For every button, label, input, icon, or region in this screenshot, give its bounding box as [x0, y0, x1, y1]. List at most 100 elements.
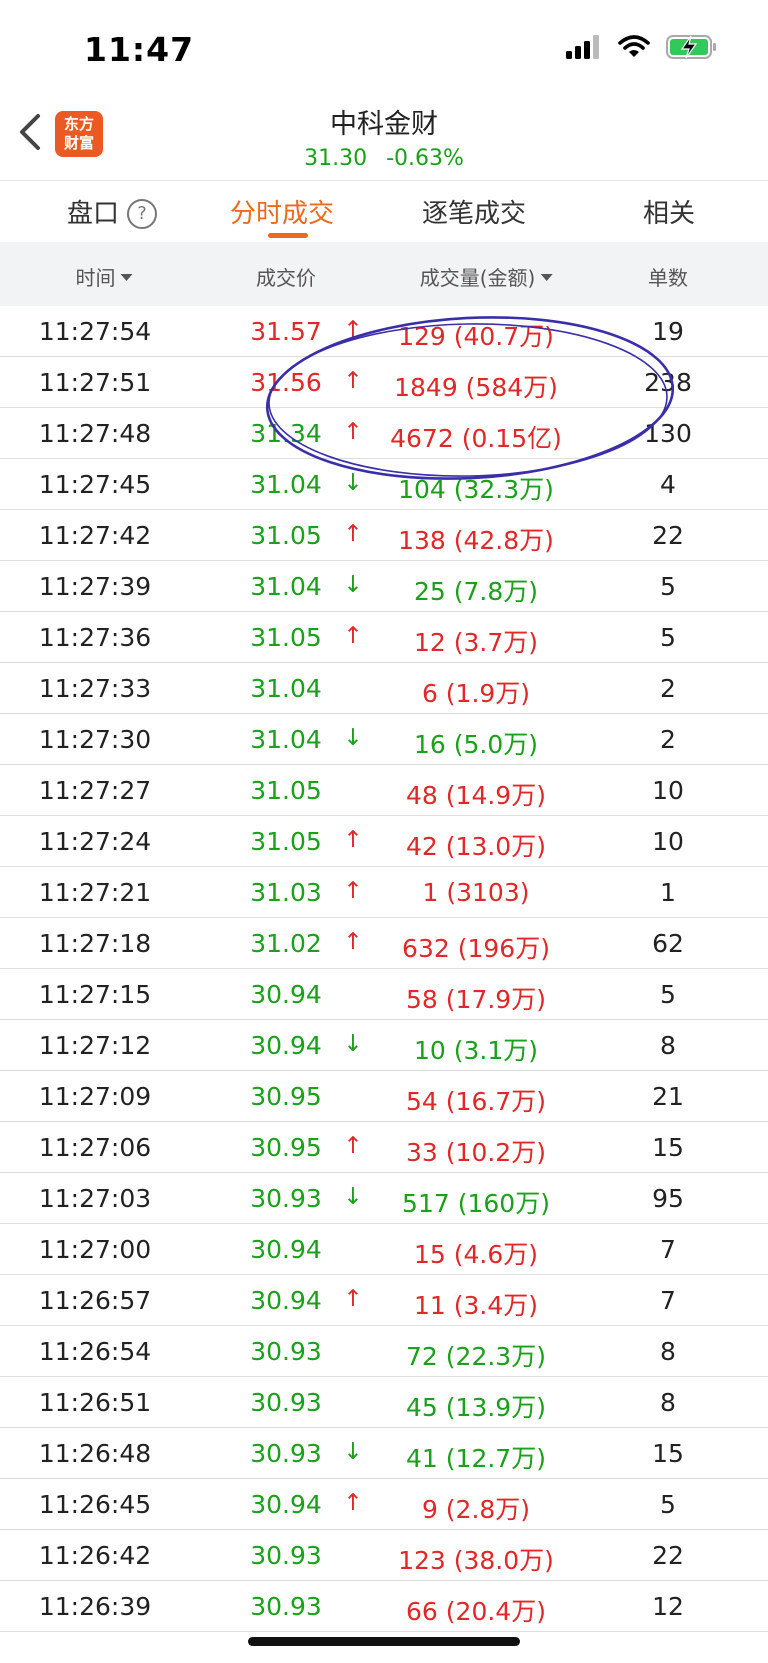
trade-time: 11:27:48 [38, 419, 152, 448]
trade-volume: 48 (14.9万) [406, 781, 546, 810]
up-arrow-icon: ↑ [343, 827, 363, 853]
trade-count: 10 [652, 776, 684, 805]
tab-bar: 盘口? 分时成交 逐笔成交 相关 [0, 180, 768, 243]
trade-price: 31.04 [250, 470, 322, 499]
trade-count: 12 [652, 1592, 684, 1621]
column-header-row: 时间 成交价 成交量(金额) 单数 [0, 242, 768, 306]
trade-price: 31.04 [250, 725, 322, 754]
tab-related[interactable]: 相关 [643, 193, 695, 230]
trade-price: 31.34 [250, 419, 322, 448]
trade-time: 11:26:42 [38, 1541, 152, 1570]
trade-volume: 1849 (584万) [394, 373, 558, 402]
down-arrow-icon: ↓ [343, 572, 363, 598]
trade-volume: 33 (10.2万) [406, 1138, 546, 1167]
trade-price: 30.94 [250, 980, 322, 1009]
up-arrow-icon: ↑ [343, 623, 363, 649]
trade-count: 2 [660, 725, 676, 754]
trade-price: 30.93 [250, 1184, 322, 1213]
trade-count: 21 [652, 1082, 684, 1111]
trade-price: 30.94 [250, 1286, 322, 1315]
trade-row: 11:26:42 30.93 123 (38.0万) 22 [0, 1530, 768, 1581]
trade-row: 11:26:48 30.93 ↓ 41 (12.7万) 15 [0, 1428, 768, 1479]
trade-row: 11:27:39 31.04 ↓ 25 (7.8万) 5 [0, 561, 768, 612]
battery-charging-icon [666, 35, 716, 59]
trade-count: 22 [652, 1541, 684, 1570]
trade-count: 15 [652, 1133, 684, 1162]
trade-count: 8 [660, 1388, 676, 1417]
column-header-volume[interactable]: 成交量(金额) [420, 262, 553, 291]
stock-quote: 31.30 -0.63% [0, 146, 768, 171]
trade-row: 11:27:36 31.05 ↑ 12 (3.7万) 5 [0, 612, 768, 663]
trade-time: 11:26:57 [38, 1286, 152, 1315]
trade-count: 130 [644, 419, 692, 448]
up-arrow-icon: ↑ [343, 317, 363, 343]
trade-count: 5 [660, 1490, 676, 1519]
trade-time: 11:27:54 [38, 317, 152, 346]
trade-row: 11:27:15 30.94 58 (17.9万) 5 [0, 969, 768, 1020]
trade-count: 5 [660, 572, 676, 601]
up-arrow-icon: ↑ [343, 521, 363, 547]
trade-volume: 10 (3.1万) [413, 1036, 539, 1065]
column-header-count: 单数 [648, 266, 688, 290]
column-header-time[interactable]: 时间 [76, 262, 133, 291]
trade-row: 11:26:57 30.94 ↑ 11 (3.4万) 7 [0, 1275, 768, 1326]
trade-price: 31.05 [250, 623, 322, 652]
trade-time: 11:27:00 [38, 1235, 152, 1264]
help-icon[interactable]: ? [127, 199, 158, 229]
up-arrow-icon: ↑ [343, 878, 363, 904]
trade-time: 11:27:39 [38, 572, 152, 601]
trade-count: 7 [660, 1286, 676, 1315]
trade-row: 11:27:24 31.05 ↑ 42 (13.0万) 10 [0, 816, 768, 867]
tab-tick-trades[interactable]: 逐笔成交 [422, 193, 526, 230]
down-arrow-icon: ↓ [343, 1184, 363, 1210]
trade-volume: 45 (13.9万) [406, 1393, 546, 1422]
trade-row: 11:26:39 30.93 66 (20.4万) 12 [0, 1581, 768, 1632]
trade-volume: 72 (22.3万) [406, 1342, 546, 1371]
trade-price: 30.93 [250, 1439, 322, 1468]
trade-count: 2 [660, 674, 676, 703]
trade-price: 30.93 [250, 1388, 322, 1417]
active-tab-indicator [268, 233, 308, 238]
trade-row: 11:26:45 30.94 ↑ 9 (2.8万) 5 [0, 1479, 768, 1530]
up-arrow-icon: ↑ [343, 1490, 363, 1516]
trade-time: 11:27:24 [38, 827, 152, 856]
trade-row: 11:27:18 31.02 ↑ 632 (196万) 62 [0, 918, 768, 969]
home-indicator [248, 1637, 520, 1646]
tab-minute-trades[interactable]: 分时成交 [230, 193, 334, 230]
trade-count: 95 [652, 1184, 684, 1213]
trade-time: 11:27:09 [38, 1082, 152, 1111]
trade-price: 31.02 [250, 929, 322, 958]
up-arrow-icon: ↑ [343, 1133, 363, 1159]
trade-count: 4 [660, 470, 676, 499]
trade-time: 11:27:42 [38, 521, 152, 550]
trade-count: 22 [652, 521, 684, 550]
tab-order-book[interactable]: 盘口? [67, 193, 158, 230]
trade-count: 238 [644, 368, 692, 397]
trade-row: 11:27:00 30.94 15 (4.6万) 7 [0, 1224, 768, 1275]
trade-row: 11:27:33 31.04 6 (1.9万) 2 [0, 663, 768, 714]
column-header-time-label: 时间 [75, 266, 116, 290]
down-arrow-icon: ↓ [343, 470, 363, 496]
trade-list[interactable]: 11:27:54 31.57 ↑ 129 (40.7万) 19 11:27:51 31.56… [0, 306, 768, 1632]
trade-volume: 123 (38.0万) [398, 1546, 554, 1575]
sort-caret-icon [540, 274, 553, 281]
trade-price: 31.05 [250, 827, 322, 856]
up-arrow-icon: ↑ [343, 1286, 363, 1312]
trade-time: 11:26:48 [38, 1439, 152, 1468]
trade-time: 11:27:21 [38, 878, 152, 907]
column-header-volume-label: 成交量(金额) [419, 266, 536, 290]
trade-volume: 58 (17.9万) [406, 985, 546, 1014]
trade-count: 8 [660, 1031, 676, 1060]
trade-row: 11:27:42 31.05 ↑ 138 (42.8万) 22 [0, 510, 768, 561]
trade-time: 11:26:51 [38, 1388, 152, 1417]
trade-price: 31.04 [250, 572, 322, 601]
down-arrow-icon: ↓ [343, 725, 363, 751]
trade-price: 30.95 [250, 1082, 322, 1111]
stock-change: -0.63% [386, 146, 464, 171]
trade-count: 8 [660, 1337, 676, 1366]
trade-price: 31.03 [250, 878, 322, 907]
trade-time: 11:27:33 [38, 674, 152, 703]
trade-volume: 104 (32.3万) [398, 475, 554, 504]
trade-row: 11:27:12 30.94 ↓ 10 (3.1万) 8 [0, 1020, 768, 1071]
trade-row: 11:27:21 31.03 ↑ 1 (3103) 1 [0, 867, 768, 918]
